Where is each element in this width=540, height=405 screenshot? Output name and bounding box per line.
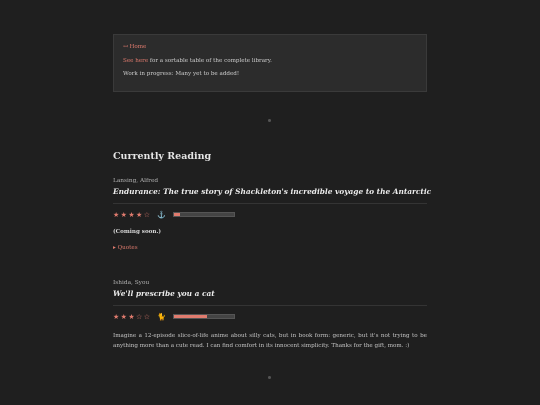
home-link[interactable]: ↤ Home xyxy=(123,44,146,50)
cat-icon: 🐈 xyxy=(157,312,167,321)
rating-stars: ★★★☆☆ xyxy=(113,312,152,321)
progress-bar xyxy=(173,212,236,217)
progress-fill xyxy=(174,315,208,318)
wip-text: Work in progress: Many yet to be added! xyxy=(123,71,240,78)
book-entry: Lansing, Alfred Endurance: The true stor… xyxy=(113,178,432,251)
book-title: Endurance: The true story of Shackleton'… xyxy=(113,187,432,196)
library-notice: ↤ Home See here for a sortable table of … xyxy=(113,34,427,92)
book-author: Ishida, Syou xyxy=(113,280,150,286)
book-review: Imagine a 12-episode slice-of-life anime… xyxy=(113,333,427,350)
book-title: We'll prescribe you a cat xyxy=(113,289,215,298)
coming-soon-note: (Coming soon.) xyxy=(113,229,162,235)
progress-bar xyxy=(173,314,236,319)
book-author: Lansing, Alfred xyxy=(113,178,159,184)
progress-fill xyxy=(174,213,181,216)
section-title: Currently Reading xyxy=(113,151,212,162)
sortable-table-link[interactable]: See here xyxy=(123,58,148,64)
entry-separator xyxy=(113,203,427,204)
quotes-toggle[interactable]: ▸ Quotes xyxy=(113,245,427,251)
divider-dot xyxy=(268,376,271,379)
sortable-table-text: for a sortable table of the complete lib… xyxy=(148,57,272,64)
book-entry: Ishida, Syou We'll prescribe you a cat ★… xyxy=(113,280,427,352)
entry-separator xyxy=(113,305,427,306)
anchor-icon: ⚓ xyxy=(157,210,167,219)
rating-stars: ★★★★☆ xyxy=(113,210,152,219)
divider-dot xyxy=(268,119,271,122)
